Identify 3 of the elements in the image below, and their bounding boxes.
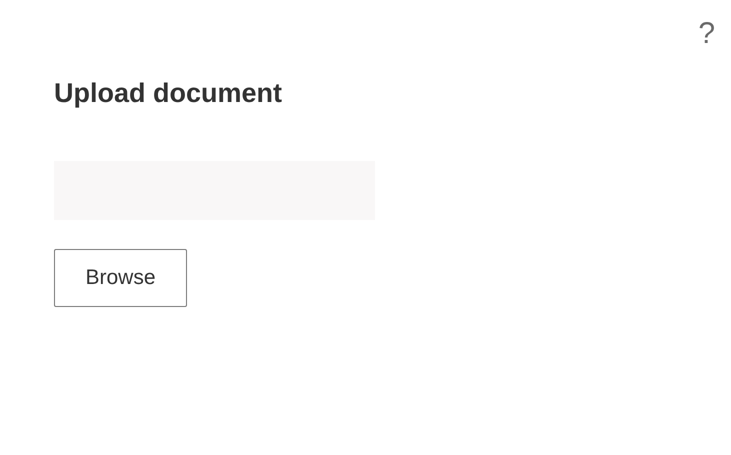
- help-icon[interactable]: ?: [698, 14, 715, 54]
- dialog-title: Upload document: [54, 78, 283, 109]
- browse-button[interactable]: Browse: [54, 249, 187, 307]
